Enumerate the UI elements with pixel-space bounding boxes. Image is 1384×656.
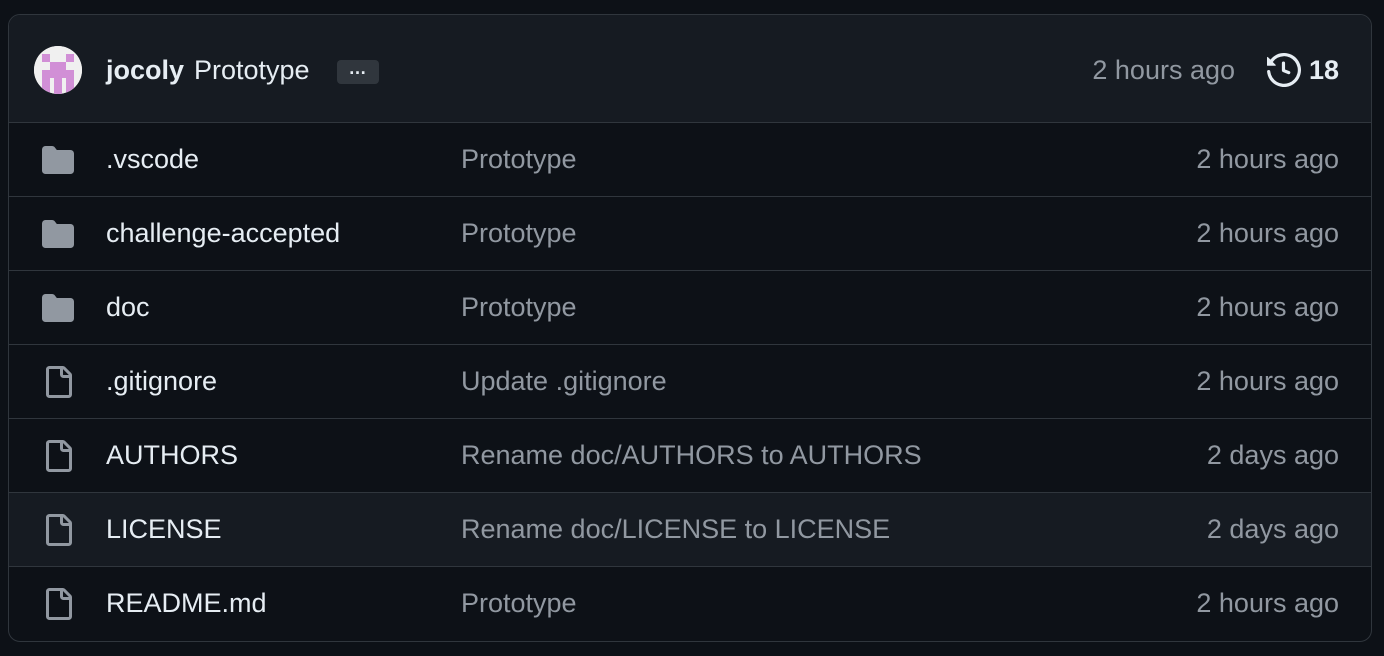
history-icon [1266, 53, 1301, 87]
file-name[interactable]: doc [106, 288, 150, 326]
file-icon [41, 588, 75, 620]
file-commit-time: 2 days ago [1206, 514, 1339, 544]
history-link[interactable]: 18 [1266, 52, 1339, 88]
commit-message[interactable]: Prototype [194, 51, 310, 89]
file-row-doc[interactable]: doc Prototype 2 hours ago [9, 271, 1371, 345]
file-row-dot-gitignore[interactable]: .gitignore Update .gitignore 2 hours ago [9, 345, 1371, 419]
file-icon [41, 366, 75, 398]
file-name[interactable]: .gitignore [106, 362, 217, 400]
file-row-authors[interactable]: AUTHORS Rename doc/AUTHORS to AUTHORS 2 … [9, 419, 1371, 493]
identicon-icon [34, 46, 82, 94]
file-commit-message[interactable]: Prototype [461, 584, 577, 622]
file-commit-message[interactable]: Rename doc/LICENSE to LICENSE [461, 510, 890, 548]
commit-time: 2 hours ago [1092, 55, 1235, 85]
file-commit-message[interactable]: Prototype [461, 140, 577, 178]
file-browser: jocoly Prototype … 2 hours ago 18 .vscod… [8, 14, 1372, 642]
file-commit-time: 2 hours ago [1196, 144, 1339, 174]
file-name[interactable]: .vscode [106, 140, 199, 178]
file-row-readme-md[interactable]: README.md Prototype 2 hours ago [9, 567, 1371, 641]
file-commit-message[interactable]: Prototype [461, 288, 577, 326]
file-name[interactable]: README.md [106, 584, 267, 622]
folder-icon [41, 218, 75, 250]
file-commit-message[interactable]: Rename doc/AUTHORS to AUTHORS [461, 436, 922, 474]
file-icon [41, 514, 75, 546]
file-name[interactable]: challenge-accepted [106, 214, 340, 252]
avatar[interactable] [34, 46, 82, 94]
file-row-license[interactable]: LICENSE Rename doc/LICENSE to LICENSE 2 … [9, 493, 1371, 567]
file-row-challenge-accepted[interactable]: challenge-accepted Prototype 2 hours ago [9, 197, 1371, 271]
file-name[interactable]: LICENSE [106, 510, 222, 548]
folder-icon [41, 292, 75, 324]
file-commit-time: 2 days ago [1206, 440, 1339, 470]
commit-author[interactable]: jocoly [106, 51, 184, 89]
file-commit-time: 2 hours ago [1196, 218, 1339, 248]
file-list: .vscode Prototype 2 hours ago challenge-… [9, 123, 1371, 641]
folder-icon [41, 144, 75, 176]
file-commit-message[interactable]: Prototype [461, 214, 577, 252]
file-icon [41, 440, 75, 472]
file-commit-message[interactable]: Update .gitignore [461, 362, 667, 400]
file-name[interactable]: AUTHORS [106, 436, 238, 474]
file-commit-time: 2 hours ago [1196, 366, 1339, 396]
file-commit-time: 2 hours ago [1196, 588, 1339, 618]
commit-count: 18 [1308, 55, 1339, 85]
file-commit-time: 2 hours ago [1196, 292, 1339, 322]
file-row-dot-vscode[interactable]: .vscode Prototype 2 hours ago [9, 123, 1371, 197]
commit-more-button[interactable]: … [337, 59, 379, 84]
latest-commit-bar: jocoly Prototype … 2 hours ago 18 [9, 15, 1371, 123]
